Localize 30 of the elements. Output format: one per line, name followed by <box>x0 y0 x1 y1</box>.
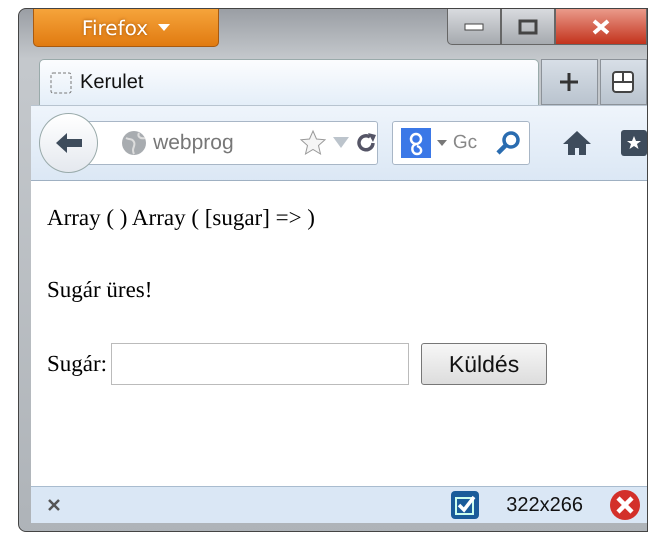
bookmarks-icon[interactable] <box>621 128 647 158</box>
close-icon <box>591 18 611 34</box>
maximize-icon <box>518 18 538 34</box>
minimize-icon <box>464 22 484 30</box>
reload-icon[interactable] <box>354 132 377 154</box>
firefox-menu-button[interactable]: Firefox <box>33 9 219 47</box>
page-icon <box>50 72 72 94</box>
maximize-button[interactable] <box>501 9 555 45</box>
output-text: Array ( ) Array ( [sugar] => ) <box>47 205 316 231</box>
star-icon[interactable] <box>298 129 327 157</box>
dropdown-icon[interactable] <box>436 140 447 146</box>
grid-icon <box>612 71 634 93</box>
search-engine-icon[interactable] <box>400 128 431 158</box>
caret-icon <box>158 24 170 32</box>
home-icon[interactable] <box>562 129 592 157</box>
window-size-text: 322x266 <box>506 494 583 516</box>
checkbox-icon[interactable] <box>450 490 480 520</box>
search-field[interactable]: Gc <box>392 121 530 165</box>
submit-button[interactable]: Küldés <box>421 343 548 385</box>
globe-icon <box>121 130 148 156</box>
browser-tab[interactable]: Kerulet <box>39 59 539 105</box>
field-label: Sugár: <box>47 351 108 377</box>
search-icon[interactable] <box>494 130 521 156</box>
close-button[interactable] <box>555 9 647 45</box>
output-text: Sugár üres! <box>47 277 154 303</box>
minimize-button[interactable] <box>447 9 501 45</box>
radius-input[interactable] <box>111 343 410 385</box>
close-icon[interactable] <box>47 498 61 512</box>
back-arrow-icon <box>54 130 84 156</box>
error-icon[interactable] <box>609 489 641 521</box>
